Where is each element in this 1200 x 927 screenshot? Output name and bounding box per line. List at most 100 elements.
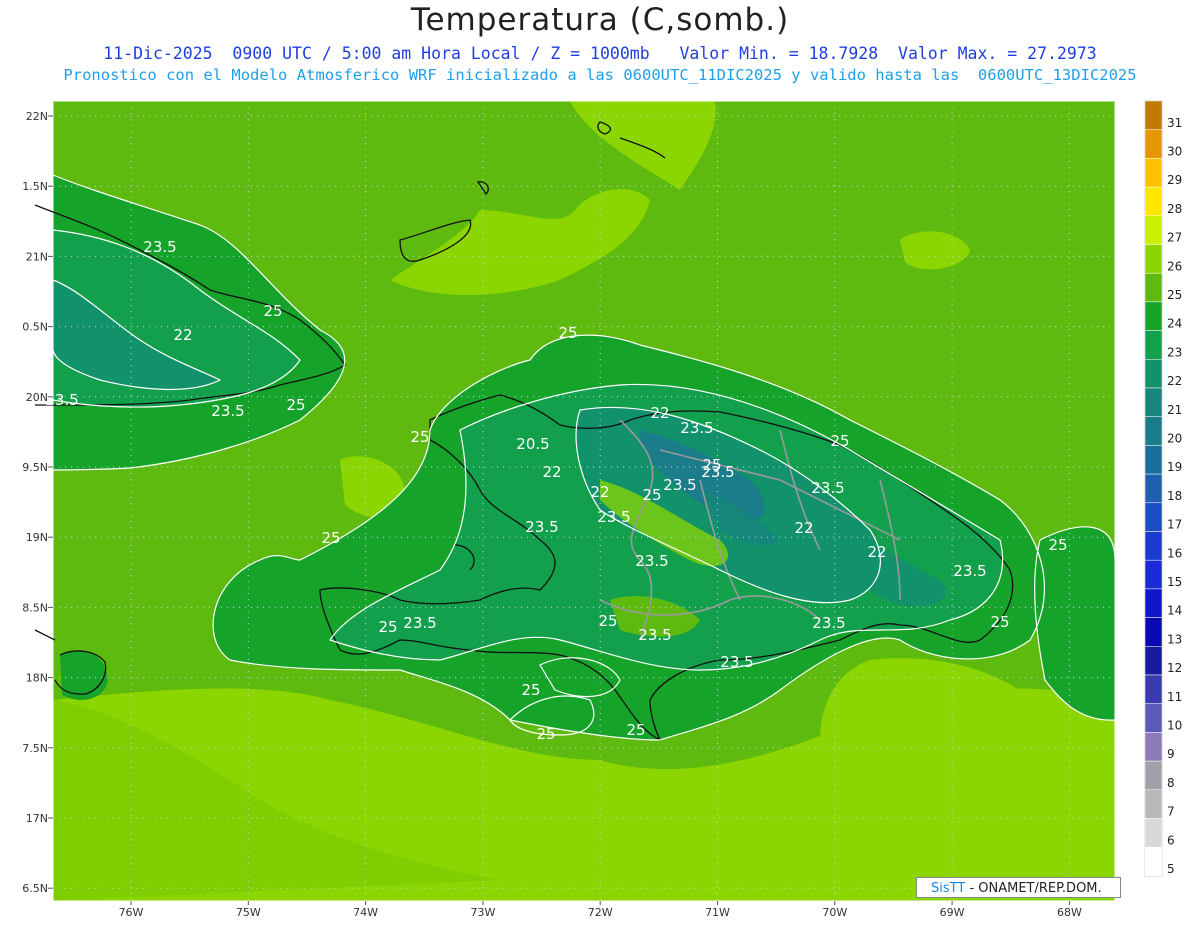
colorbar-label: 8: [1167, 776, 1175, 790]
contour-label: 22: [173, 326, 192, 344]
contour-label: 23.5: [525, 518, 558, 536]
contour-label: 25: [1048, 536, 1067, 554]
lat-label: 18N: [26, 672, 48, 685]
credit-box: SisTT - ONAMET/REP.DOM.: [916, 877, 1121, 898]
contour-label: 25: [598, 612, 617, 630]
contour-label: 22: [542, 463, 561, 481]
contour-label: 23.5: [953, 562, 986, 580]
colorbar-swatch: [1144, 330, 1163, 360]
colorbar: 31 30 29 28 27 26 25 24 23 22 21 20 19 18 17 16 15 14 13 12…: [1144, 100, 1182, 877]
colorbar-label: 20: [1167, 432, 1182, 446]
map-field: [53, 101, 1115, 901]
lon-label: 69W: [940, 906, 965, 919]
colorbar-label: 13: [1167, 632, 1182, 646]
latitude-labels: 22N 1.5N 21N 0.5N 20N 9.5N 19N 8.5N 18N 7.5N 17N 6.…: [22, 110, 53, 895]
contour-label: 25: [410, 428, 429, 446]
lat-label: 19N: [26, 531, 48, 544]
colorbar-swatch: [1144, 502, 1163, 532]
colorbar-swatch: [1144, 531, 1163, 561]
colorbar-swatch: [1144, 588, 1163, 618]
colorbar-label: 18: [1167, 489, 1182, 503]
colorbar-label: 11: [1167, 690, 1182, 704]
colorbar-swatch: [1144, 158, 1163, 188]
colorbar-swatch: [1144, 818, 1163, 848]
contour-label: 25: [521, 681, 540, 699]
colorbar-label: 24: [1167, 317, 1182, 331]
contour-label: 25: [263, 302, 282, 320]
colorbar-swatch: [1144, 416, 1163, 446]
lon-label: 74W: [353, 906, 378, 919]
contour-label: 23.5: [638, 626, 671, 644]
lat-label: 22N: [26, 110, 48, 123]
contour-label: 25: [702, 456, 721, 474]
lon-label: 71W: [705, 906, 730, 919]
contour-label: 25: [378, 618, 397, 636]
colorbar-label: 15: [1167, 575, 1182, 589]
colorbar-swatch: [1144, 272, 1163, 303]
colorbar-swatch: [1144, 215, 1163, 245]
colorbar-label: 30: [1167, 145, 1182, 159]
colorbar-label: 23: [1167, 345, 1182, 359]
contour-label: 23.5: [811, 479, 844, 497]
contour-label: 23.5: [211, 402, 244, 420]
colorbar-label: 22: [1167, 374, 1182, 388]
colorbar-swatch: [1144, 732, 1163, 762]
lat-label: 17N: [26, 812, 48, 825]
lon-label: 73W: [470, 906, 495, 919]
colorbar-label: 7: [1167, 805, 1175, 819]
contour-label: 25: [830, 432, 849, 450]
lat-label: 9.5N: [22, 461, 48, 474]
colorbar-swatch: [1144, 301, 1163, 331]
longitude-labels: 76W 75W 74W 73W 72W 71W 70W 69W 68W: [119, 901, 1082, 919]
lat-label: 6.5N: [22, 882, 48, 895]
temperature-map: 23.5 22 25 23.5 25 23.5 25 25 22 23.5 23.5 22 20.5 23…: [22, 100, 1182, 919]
contour-label: 23.5: [597, 508, 630, 526]
sispi-logo: SisTT: [931, 881, 966, 896]
colorbar-label: 5: [1167, 862, 1175, 876]
contour-label: 22: [794, 519, 813, 537]
colorbar-swatch: [1144, 789, 1163, 819]
contour-label: 23.5: [45, 391, 78, 409]
colorbar-label: 31: [1167, 116, 1182, 130]
contour-label: 22: [650, 404, 669, 422]
colorbar-label: 25: [1167, 288, 1182, 302]
contour-label: 23.5: [812, 614, 845, 632]
lat-label: 7.5N: [22, 742, 48, 755]
colorbar-swatch: [1144, 674, 1163, 704]
colorbar-label: 29: [1167, 173, 1182, 187]
contour-label: 25: [321, 529, 340, 547]
colorbar-label: 26: [1167, 259, 1182, 273]
colorbar-swatch: [1144, 100, 1163, 130]
colorbar-swatch: [1144, 387, 1163, 417]
lat-label: 20N: [26, 391, 48, 404]
contour-label: 23.5: [635, 552, 668, 570]
colorbar-label: 9: [1167, 747, 1175, 761]
colorbar-swatch: [1144, 617, 1163, 647]
colorbar-swatch: [1144, 129, 1163, 159]
colorbar-label: 12: [1167, 661, 1182, 675]
lat-label: 8.5N: [22, 601, 48, 614]
colorbar-swatch: [1144, 445, 1163, 475]
contour-label: 25: [536, 725, 555, 743]
colorbar-swatch: [1144, 760, 1163, 791]
contour-label: 20.5: [516, 435, 549, 453]
colorbar-swatch: [1144, 244, 1163, 274]
contour-label: 22: [867, 543, 886, 561]
colorbar-label: 21: [1167, 403, 1182, 417]
colorbar-swatch: [1144, 473, 1163, 504]
contour-label: 22: [590, 483, 609, 501]
contour-label: 25: [626, 721, 645, 739]
lon-label: 75W: [236, 906, 261, 919]
colorbar-label: 28: [1167, 202, 1182, 216]
lat-label: 1.5N: [22, 180, 48, 193]
contour-label: 25: [558, 324, 577, 342]
lat-label: 21N: [26, 250, 48, 263]
colorbar-swatch: [1144, 703, 1163, 733]
lon-label: 68W: [1057, 906, 1082, 919]
contour-label: 23.5: [720, 653, 753, 671]
colorbar-label: 17: [1167, 518, 1182, 532]
lon-label: 76W: [119, 906, 144, 919]
colorbar-swatch: [1144, 646, 1163, 676]
colorbar-label: 27: [1167, 231, 1182, 245]
lon-label: 70W: [822, 906, 847, 919]
